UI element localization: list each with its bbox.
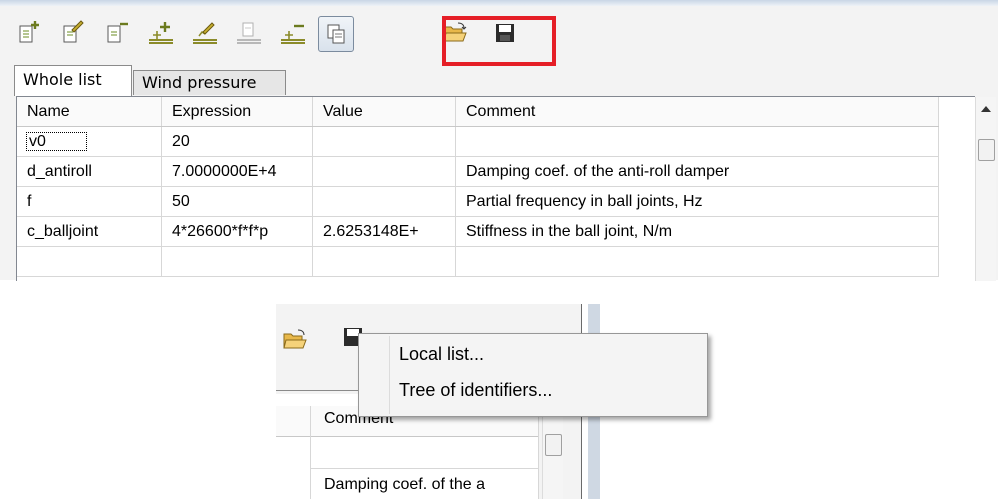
highlight-box [442,16,556,66]
delete-identifier-icon[interactable] [102,18,132,48]
column-divider [310,406,311,499]
table-row[interactable] [17,246,939,277]
edit-group-icon[interactable] [190,18,220,48]
cell-comment[interactable]: Stiffness in the ball joint, N/m [455,216,939,247]
cell-name[interactable]: v0 [17,126,162,157]
cell-expression[interactable]: 4*26600*f*f*p [161,216,313,247]
column-header-value[interactable]: Value [312,97,456,127]
remove-group-icon[interactable] [278,18,308,48]
toolbar [14,12,994,66]
cell-name[interactable]: f [17,186,162,217]
scroll-up-arrow-icon[interactable] [980,105,992,113]
tab-wind-pressure[interactable]: Wind pressure [133,70,286,95]
scroll-thumb[interactable] [545,434,562,456]
table-row[interactable]: v0 20 [17,126,939,157]
table-header: Name Expression Value Comment [17,97,939,127]
delete-group-icon[interactable] [234,18,264,48]
menu-item-local-list[interactable]: Local list... [399,344,484,365]
save-context-menu: Local list... Tree of identifiers... [358,333,708,417]
table-row[interactable]: c_balljoint 4*26600*f*f*p 2.6253148E+ St… [17,216,939,247]
cell-name[interactable]: c_balljoint [17,216,162,247]
vertical-scrollbar[interactable] [975,97,996,281]
cell-comment[interactable]: Damping coef. of the anti-roll damper [455,156,939,187]
column-header-comment[interactable]: Comment [455,97,939,127]
cell-name[interactable]: d_antiroll [17,156,162,187]
edit-identifier-icon[interactable] [58,18,88,48]
open-folder-icon[interactable] [282,328,308,356]
row-divider [310,468,538,469]
cell-expression[interactable]: 7.0000000E+4 [161,156,313,187]
tab-whole-list[interactable]: Whole list [14,65,132,96]
column-header-expression[interactable]: Expression [161,97,313,127]
identifiers-table: Name Expression Value Comment v0 20 d_an… [16,96,996,281]
add-identifier-icon[interactable] [14,18,44,48]
cell-value[interactable] [312,126,456,157]
table-row[interactable]: f 50 Partial frequency in ball joints, H… [17,186,939,217]
cell-value[interactable] [312,156,456,187]
cell-expression[interactable]: 50 [161,186,313,217]
column-header-name[interactable]: Name [17,97,162,127]
cell-value[interactable] [312,186,456,217]
scroll-thumb[interactable] [978,139,995,161]
table-row[interactable]: d_antiroll 7.0000000E+4 Damping coef. of… [17,156,939,187]
copy-icon[interactable] [318,16,354,52]
cell-value[interactable]: 2.6253148E+ [312,216,456,247]
window-frame [0,0,998,6]
cell-comment[interactable]: Partial frequency in ball joints, Hz [455,186,939,217]
cell-comment[interactable] [455,126,939,157]
menu-item-tree-of-identifiers[interactable]: Tree of identifiers... [399,380,552,401]
add-group-icon[interactable] [146,18,176,48]
cell-comment[interactable]: Damping coef. of the a [324,476,485,494]
menu-gutter [389,336,390,414]
cell-expression[interactable]: 20 [161,126,313,157]
identifiers-window: Whole list Wind pressure Name Expression… [0,0,998,281]
